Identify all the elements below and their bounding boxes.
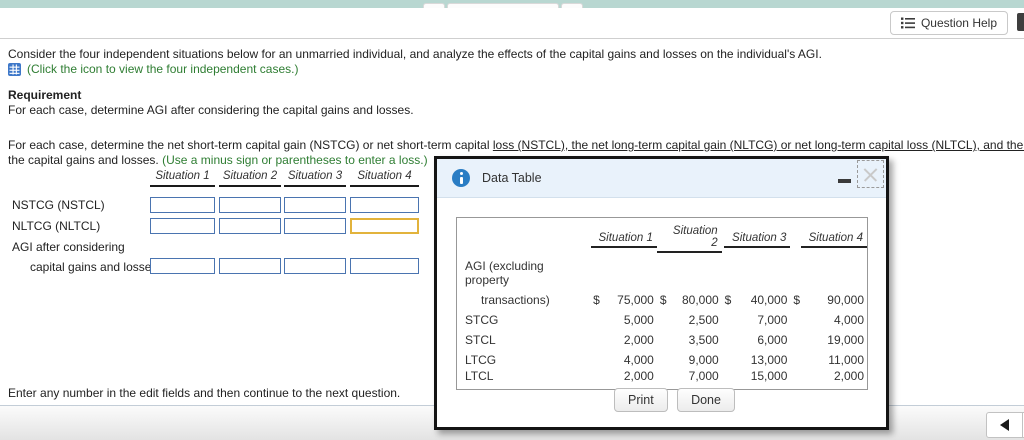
task-line1-plain: For each case, determine the net short-t… xyxy=(8,138,493,152)
app-header: Question Help xyxy=(0,8,1024,39)
screen: Question Help Consider the four independ… xyxy=(0,0,1024,440)
currency-symbol: $ xyxy=(659,293,667,307)
col-header-situation2: Situation 2 xyxy=(656,225,722,253)
input-nltcg-situation4-focused[interactable] xyxy=(350,218,419,234)
input-nltcg-situation1[interactable] xyxy=(150,218,215,234)
agi-value-1: $75,000 xyxy=(593,293,654,307)
table-row-stcg: STCG 5,000 2,500 7,000 4,000 xyxy=(465,313,864,327)
answer-col-header-situation1: Situation 1 xyxy=(150,170,215,187)
prev-arrow-icon xyxy=(1000,419,1009,431)
answer-col-header-situation3: Situation 3 xyxy=(284,170,346,187)
col-header-situation4: Situation 4 xyxy=(800,232,867,248)
dialog-header[interactable]: Data Table xyxy=(437,159,886,198)
requirement-heading: Requirement xyxy=(8,88,82,102)
footer-note: Enter any number in the edit fields and … xyxy=(8,386,401,400)
row-label-agi-line2: capital gains and losses xyxy=(30,260,158,274)
nav-previous-button[interactable] xyxy=(987,413,1022,437)
agi-label-line1: AGI (excluding property xyxy=(465,259,544,287)
data-table-link-row: (Click the icon to view the four indepen… xyxy=(8,62,298,76)
info-icon xyxy=(452,169,470,187)
done-button[interactable]: Done xyxy=(677,388,735,412)
col-header-situation1: Situation 1 xyxy=(590,232,657,248)
agi-label-line2: transactions) xyxy=(481,293,550,307)
answer-col-header-situation4: Situation 4 xyxy=(350,170,419,187)
table-row-ltcg: LTCG 4,000 9,000 13,000 11,000 xyxy=(465,353,864,367)
intro-text: Consider the four independent situations… xyxy=(8,47,822,61)
agi-value-2: $80,000 xyxy=(659,293,719,307)
table-row-agi-label: AGI (excluding property xyxy=(457,253,867,289)
question-help-label: Question Help xyxy=(920,16,997,30)
col-header-situation3: Situation 3 xyxy=(724,232,791,248)
currency-symbol: $ xyxy=(793,293,801,307)
input-nltcg-situation3[interactable] xyxy=(284,218,346,234)
task-line1-underlined: loss (NSTCL), the net long-term capital … xyxy=(492,138,1024,152)
input-nstcg-situation4[interactable] xyxy=(350,197,419,213)
close-button[interactable] xyxy=(857,160,884,188)
table-row-agi-values: transactions) $75,000 $80,000 $40,000 $9… xyxy=(457,289,867,309)
row-label-nstcg: NSTCG (NSTCL) xyxy=(12,198,105,212)
loss-entry-note: (Use a minus sign or parentheses to ente… xyxy=(162,153,428,167)
input-nstcg-situation1[interactable] xyxy=(150,197,215,213)
input-agi-situation2[interactable] xyxy=(219,258,281,274)
list-icon xyxy=(900,17,915,29)
row-label-nltcg: NLTCG (NLTCL) xyxy=(12,219,101,233)
currency-symbol: $ xyxy=(724,293,732,307)
table-row-stcl: STCL 2,000 3,500 6,000 19,000 xyxy=(465,333,864,347)
agi-value-3: $40,000 xyxy=(724,293,788,307)
table-row-ltcl: LTCL 2,000 7,000 15,000 2,000 xyxy=(465,369,864,383)
top-teal-bar xyxy=(0,0,1024,8)
minimize-icon xyxy=(837,179,851,183)
bookmark-icon[interactable] xyxy=(1017,13,1024,31)
minimize-button[interactable] xyxy=(835,171,853,186)
question-help-button[interactable]: Question Help xyxy=(889,11,1008,35)
data-table-header-row: Situation 1 Situation 2 Situation 3 Situ… xyxy=(457,218,867,253)
data-table-dialog: Data Table Situation 1 Situation 2 Situa… xyxy=(434,156,889,430)
agi-value-4: $90,000 xyxy=(793,293,864,307)
dialog-body: Situation 1 Situation 2 Situation 3 Situ… xyxy=(437,198,886,426)
input-nstcg-situation3[interactable] xyxy=(284,197,346,213)
task-line2-plain: the capital gains and losses. xyxy=(8,153,163,167)
requirement-text: For each case, determine AGI after consi… xyxy=(8,103,414,117)
print-button[interactable]: Print xyxy=(614,388,668,412)
task-instructions-line2: the capital gains and losses. (Use a min… xyxy=(8,153,428,167)
input-agi-situation4[interactable] xyxy=(350,258,419,274)
task-instructions-line1: For each case, determine the net short-t… xyxy=(8,138,1024,152)
currency-symbol: $ xyxy=(593,293,600,307)
view-cases-link[interactable]: (Click the icon to view the four indepen… xyxy=(27,62,298,76)
input-agi-situation1[interactable] xyxy=(150,258,215,274)
input-agi-situation3[interactable] xyxy=(284,258,346,274)
answer-col-header-situation2: Situation 2 xyxy=(219,170,281,187)
data-table: Situation 1 Situation 2 Situation 3 Situ… xyxy=(456,217,868,390)
table-icon[interactable] xyxy=(8,62,21,76)
dialog-button-bar: Print Done xyxy=(437,388,886,412)
row-label-agi-line1: AGI after considering xyxy=(12,240,125,254)
nav-button-group xyxy=(986,412,1024,438)
input-nltcg-situation2[interactable] xyxy=(219,218,281,234)
input-nstcg-situation2[interactable] xyxy=(219,197,281,213)
dialog-title: Data Table xyxy=(482,171,542,185)
